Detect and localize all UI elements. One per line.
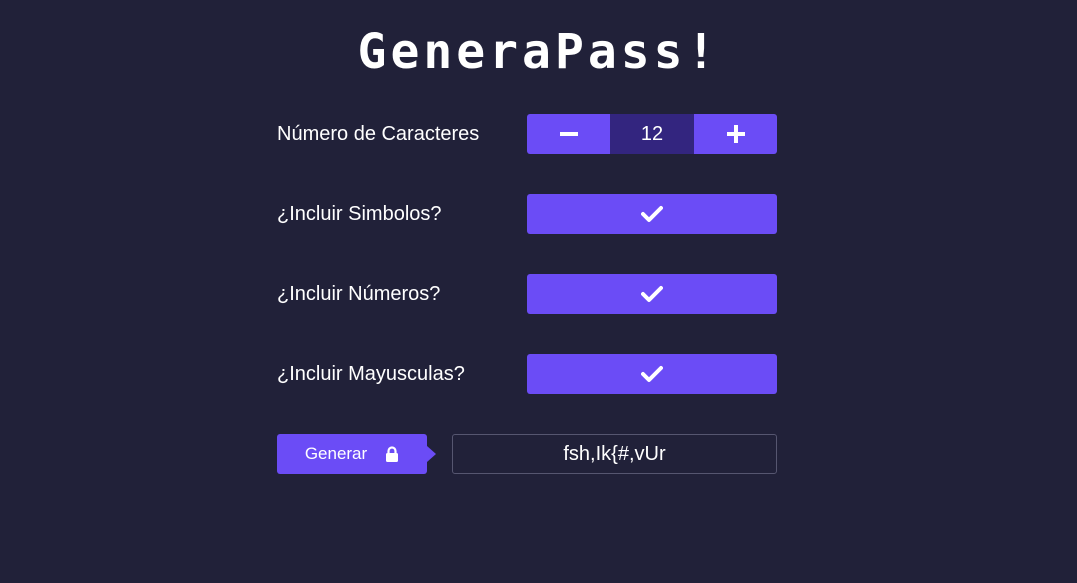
app-title: GeneraPass! <box>357 24 720 80</box>
minus-icon <box>559 125 578 143</box>
generate-button[interactable]: Generar <box>277 434 427 474</box>
generate-button-label: Generar <box>304 444 368 463</box>
decrement-button[interactable] <box>527 114 610 154</box>
length-stepper: 12 <box>527 114 777 154</box>
symbols-label: ¿Incluir Simbolos? <box>277 203 442 225</box>
uppercase-toggle[interactable] <box>527 354 777 394</box>
uppercase-row: ¿Incluir Mayusculas? <box>277 354 777 394</box>
increment-button[interactable] <box>694 114 777 154</box>
numbers-label: ¿Incluir Números? <box>277 283 441 305</box>
length-label: Número de Caracteres <box>277 123 480 145</box>
uppercase-label: ¿Incluir Mayusculas? <box>277 363 465 385</box>
symbols-row: ¿Incluir Simbolos? <box>277 194 777 234</box>
password-output[interactable]: fsh,Ik{#,vUr <box>452 434 777 474</box>
length-row: Número de Caracteres 12 <box>277 114 777 154</box>
length-value[interactable]: 12 <box>610 114 694 154</box>
plus-icon <box>726 125 745 143</box>
generate-row: Generar fsh,Ik{#,vUr <box>277 434 777 474</box>
check-icon <box>641 285 663 303</box>
generate-arrow <box>427 446 436 462</box>
numbers-toggle[interactable] <box>527 274 777 314</box>
symbols-toggle[interactable] <box>527 194 777 234</box>
check-icon <box>641 205 663 223</box>
check-icon <box>641 365 663 383</box>
numbers-row: ¿Incluir Números? <box>277 274 777 314</box>
lock-icon <box>385 446 399 462</box>
